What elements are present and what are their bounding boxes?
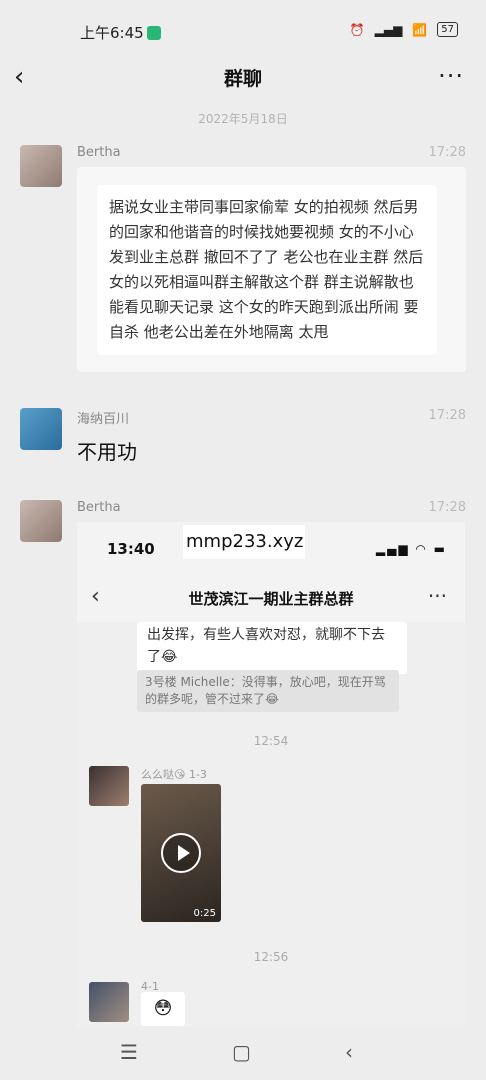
screenshot-quote: 3号楼 Michelle：没得事，放心吧，现在开骂的群多呢，管不过来了😂 (137, 670, 399, 712)
screenshot-video: 0:25 (141, 784, 221, 922)
screenshot-sender: 么么哒😘 1-3 (141, 768, 207, 781)
status-icons: ⏰ ▂▄▆ 📶 57 (350, 22, 458, 37)
battery-icon: 57 (437, 22, 458, 37)
play-icon (161, 833, 201, 873)
message-item: Bertha 17:28 据说女业主带同事回家偷荤 女的拍视频 然后男的回家和他… (20, 145, 466, 375)
date-divider: 2022年5月18日 (198, 112, 288, 126)
chat-header: ‹ 群聊 ··· (0, 50, 486, 105)
avatar[interactable] (20, 408, 62, 450)
message-time: 17:28 (428, 408, 466, 423)
status-time: 上午6:45 (80, 22, 161, 43)
screenshot-avatar (89, 766, 129, 806)
more-options-button[interactable]: ··· (438, 62, 464, 90)
screenshot-status-icons: ▂▄▆ ◠ ▬ (375, 542, 447, 556)
screenshot-title: 世茂滨江一期业主群总群 (188, 590, 354, 608)
menu-icon[interactable]: ☰ (120, 1040, 138, 1064)
screenshot-time: 13:40 (107, 540, 155, 558)
screenshot-more-icon: ··· (427, 584, 447, 608)
sender-name: 海纳百川 (77, 412, 130, 427)
image-message[interactable]: 13:40 ▂▄▆ ◠ ▬ ‹ 世茂滨江一期业主群总群 ··· 出发挥，有些人喜… (77, 522, 465, 1027)
message-item: 海纳百川 17:28 不用功 (20, 408, 466, 468)
avatar[interactable] (20, 145, 62, 187)
message-card: 据说女业主带同事回家偷荤 女的拍视频 然后男的回家和他谐音的时候找她要视频 女的… (77, 167, 466, 372)
screenshot-timestamp: 12:56 (253, 950, 289, 964)
avatar[interactable] (20, 500, 62, 542)
alarm-icon: ⏰ (349, 22, 365, 37)
message-text[interactable]: 不用功 (77, 436, 137, 465)
page-title: 群聊 (223, 68, 262, 90)
message-time: 17:28 (428, 500, 466, 515)
status-bar: 上午6:45 ⏰ ▂▄▆ 📶 57 (0, 0, 486, 50)
sender-name: Bertha (77, 500, 121, 515)
notification-icon (146, 26, 161, 40)
screenshot-bubble: 出发挥，有些人喜欢对怼，就聊不下去了😂 (137, 622, 407, 674)
signal-icon: ▂▄▆ (374, 22, 403, 37)
wifi-icon: 📶 (412, 22, 428, 37)
system-nav-bar: ☰ ▢ ‹ (0, 1030, 486, 1080)
screenshot-avatar (89, 982, 129, 1022)
sender-name: Bertha (77, 145, 121, 160)
screenshot-timestamp: 12:54 (253, 734, 289, 748)
message-item: Bertha 17:28 13:40 ▂▄▆ ◠ ▬ ‹ 世茂滨江一期业主群总群… (20, 500, 466, 1030)
watermark: mmp233.xyz (183, 525, 305, 559)
message-time: 17:28 (428, 145, 466, 160)
back-icon[interactable]: ‹ (345, 1040, 353, 1064)
home-icon[interactable]: ▢ (232, 1040, 251, 1064)
message-bubble[interactable]: 据说女业主带同事回家偷荤 女的拍视频 然后男的回家和他谐音的时候找她要视频 女的… (97, 185, 437, 355)
video-duration: 0:25 (193, 908, 216, 919)
screenshot-header: ‹ 世茂滨江一期业主群总群 ··· (77, 578, 465, 622)
screenshot-emoji: 😳 (141, 992, 185, 1026)
